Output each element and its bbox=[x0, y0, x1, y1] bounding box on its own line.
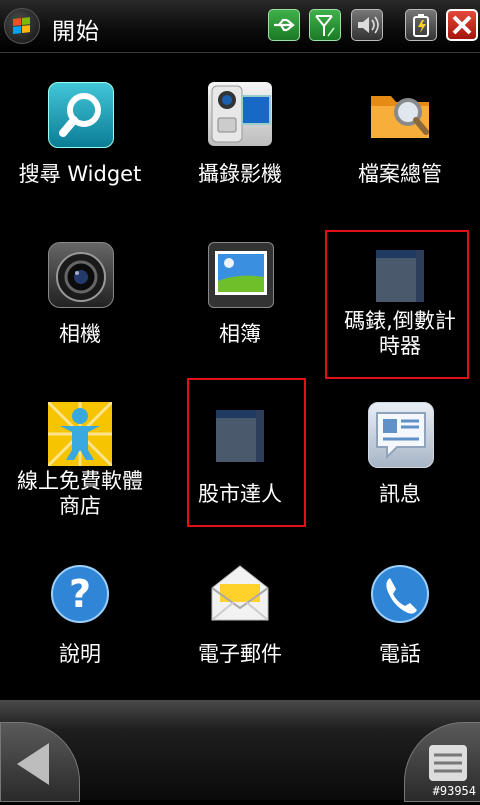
highlight-box bbox=[325, 230, 469, 379]
messaging-icon bbox=[368, 402, 434, 468]
app-label: 線上免費軟體 商店 bbox=[17, 469, 143, 518]
app-tile-camcorder[interactable]: 攝錄影機 bbox=[160, 56, 320, 216]
email-icon bbox=[208, 562, 272, 626]
app-label: 電話 bbox=[379, 642, 421, 666]
marketplace-icon bbox=[46, 400, 114, 468]
page-title: 開始 bbox=[52, 19, 100, 45]
watermark: #93954 bbox=[432, 784, 476, 798]
file-explorer-icon bbox=[368, 82, 432, 146]
app-tile-help[interactable]: ? 說明 bbox=[0, 536, 160, 696]
windows-start-icon[interactable] bbox=[4, 8, 40, 44]
app-label: 電子郵件 bbox=[198, 642, 282, 666]
svg-text:?: ? bbox=[69, 572, 91, 616]
app-tile-marketplace[interactable]: 線上免費軟體 商店 bbox=[0, 376, 160, 536]
back-button[interactable] bbox=[0, 722, 80, 802]
photo-album-icon bbox=[208, 242, 274, 308]
app-tile-camera[interactable]: 相機 bbox=[0, 216, 160, 376]
close-icon[interactable] bbox=[446, 9, 478, 41]
app-tile-photo-album[interactable]: 相簿 bbox=[160, 216, 320, 376]
battery-charging-icon[interactable] bbox=[405, 9, 437, 41]
app-label: 檔案總管 bbox=[358, 162, 442, 186]
back-arrow-icon bbox=[17, 743, 49, 785]
highlight-box bbox=[187, 378, 306, 527]
help-icon: ? bbox=[48, 562, 112, 626]
phone-icon bbox=[368, 562, 432, 626]
app-tile-messaging[interactable]: 訊息 bbox=[320, 376, 480, 536]
usb-icon[interactable] bbox=[268, 9, 300, 41]
app-label: 相簿 bbox=[219, 322, 261, 346]
signal-icon[interactable] bbox=[309, 9, 341, 41]
app-tile-search-widget[interactable]: 搜尋 Widget bbox=[0, 56, 160, 216]
app-tile-email[interactable]: 電子郵件 bbox=[160, 536, 320, 696]
app-label: 說明 bbox=[59, 642, 101, 666]
search-icon bbox=[48, 82, 114, 148]
app-label: 攝錄影機 bbox=[198, 162, 282, 186]
app-tile-phone[interactable]: 電話 bbox=[320, 536, 480, 696]
status-bar: 開始 bbox=[0, 0, 480, 53]
app-label: 搜尋 Widget bbox=[18, 162, 142, 186]
camera-icon bbox=[48, 242, 114, 308]
app-label: 相機 bbox=[59, 322, 101, 346]
volume-icon[interactable] bbox=[351, 9, 383, 41]
app-tile-file-explorer[interactable]: 檔案總管 bbox=[320, 56, 480, 216]
app-label: 訊息 bbox=[379, 482, 421, 506]
camcorder-icon bbox=[208, 82, 272, 146]
